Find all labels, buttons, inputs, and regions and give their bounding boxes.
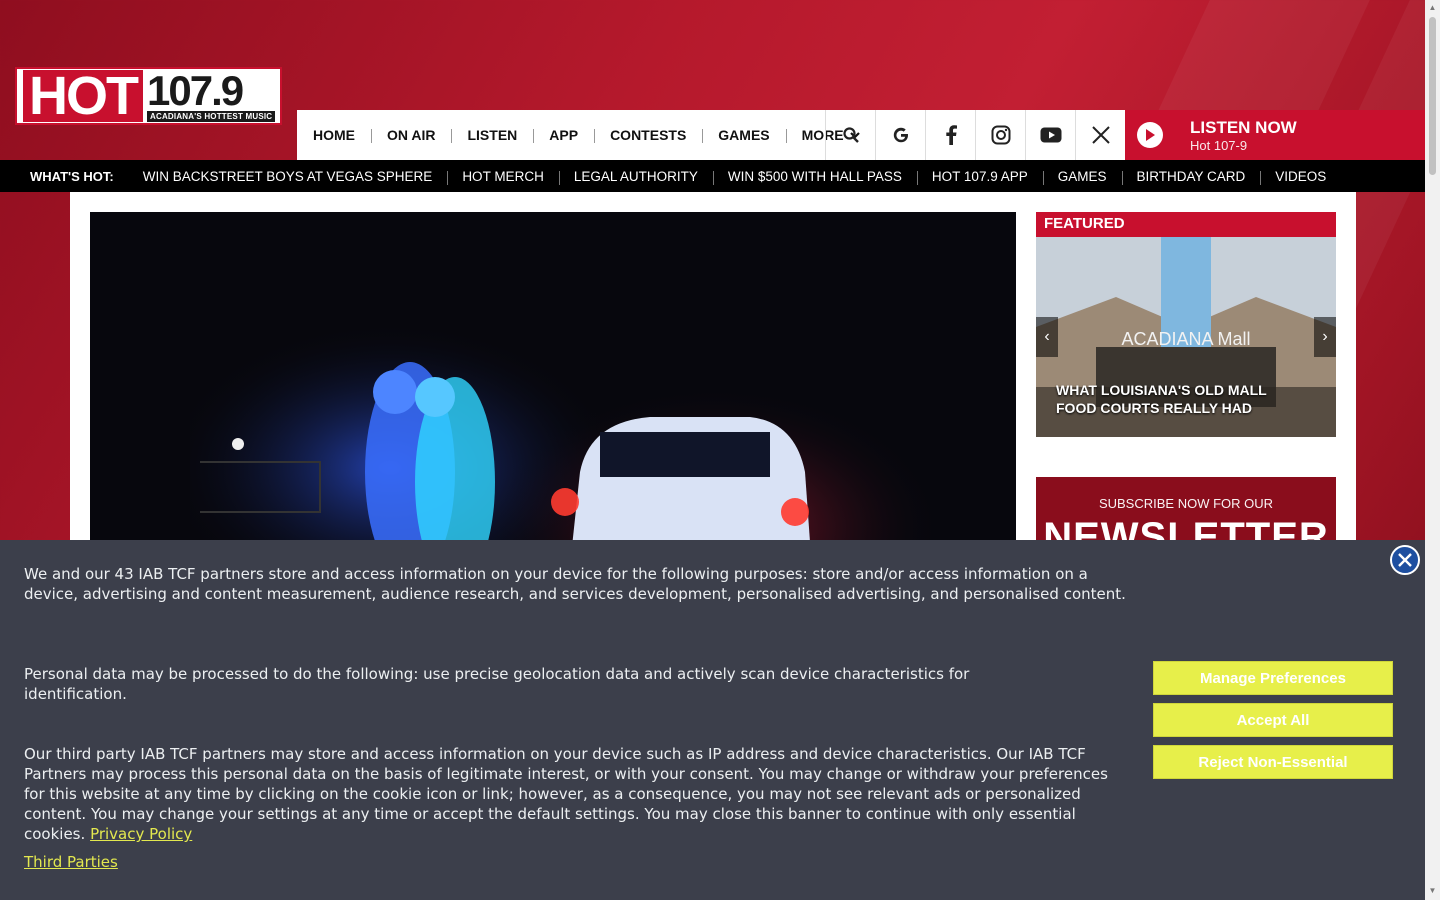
google-icon[interactable]: [875, 110, 925, 160]
listen-now-button[interactable]: LISTEN NOW Hot 107-9: [1125, 110, 1425, 160]
search-icon[interactable]: [825, 110, 875, 160]
cookie-text-processing: Personal data may be processed to do the…: [24, 665, 970, 703]
carousel-prev-icon[interactable]: ‹: [1036, 317, 1058, 357]
logo-right: 107.9 ACADIANA'S HOTTEST MUSIC: [147, 66, 276, 122]
site-logo[interactable]: HOT 107.9 ACADIANA'S HOTTEST MUSIC: [15, 67, 282, 125]
facebook-icon[interactable]: [925, 110, 975, 160]
nav-listen[interactable]: LISTEN: [451, 127, 533, 143]
hot-link[interactable]: WIN $500 WITH HALL PASS: [712, 169, 917, 185]
hot-link[interactable]: VIDEOS: [1260, 169, 1341, 185]
privacy-policy-link[interactable]: Privacy Policy: [90, 825, 192, 843]
nav-contests[interactable]: CONTESTS: [594, 127, 702, 143]
hot-link[interactable]: BIRTHDAY CARD: [1121, 169, 1261, 185]
whats-hot-label: WHAT'S HOT:: [30, 168, 114, 184]
carousel-next-icon[interactable]: ›: [1314, 317, 1336, 357]
featured-widget: FEATURED ACADIANA Mall ‹ › WHAT LOUISIAN…: [1036, 212, 1336, 437]
reject-non-essential-button[interactable]: Reject Non-Essential: [1153, 745, 1393, 779]
listen-text: LISTEN NOW Hot 107-9: [1190, 118, 1297, 153]
listen-station: Hot 107-9: [1190, 137, 1248, 153]
youtube-icon[interactable]: [1025, 110, 1075, 160]
nav-home[interactable]: HOME: [297, 127, 371, 143]
x-icon[interactable]: [1075, 110, 1125, 160]
scrollbar-thumb[interactable]: [1429, 17, 1436, 175]
featured-slide[interactable]: ACADIANA Mall ‹ › WHAT LOUISIANA'S OLD M…: [1036, 237, 1336, 437]
third-parties-link[interactable]: Third Parties: [24, 853, 118, 871]
nav-icon-group: [825, 110, 1125, 160]
close-icon[interactable]: [1390, 545, 1420, 575]
featured-caption[interactable]: WHAT LOUISIANA'S OLD MALL FOOD COURTS RE…: [1056, 381, 1296, 417]
page: HOT 107.9 ACADIANA'S HOTTEST MUSIC HOME …: [0, 0, 1440, 900]
hot-link[interactable]: LEGAL AUTHORITY: [558, 169, 713, 185]
nav-app[interactable]: APP: [533, 127, 594, 143]
hot-link[interactable]: WIN BACKSTREET BOYS AT VEGAS SPHERE: [128, 169, 448, 184]
instagram-icon[interactable]: [975, 110, 1025, 160]
play-icon: [1137, 122, 1163, 148]
scroll-up-icon[interactable]: ▲: [1428, 3, 1437, 13]
logo-hot: HOT: [23, 69, 143, 123]
accept-all-button[interactable]: Accept All: [1153, 703, 1393, 737]
manage-preferences-button[interactable]: Manage Preferences: [1153, 661, 1393, 695]
nav-games[interactable]: GAMES: [702, 127, 785, 143]
page-scrollbar[interactable]: ▲ ▼: [1425, 0, 1440, 900]
scroll-down-icon[interactable]: ▼: [1428, 886, 1437, 896]
mall-sign-text: ACADIANA Mall: [1121, 329, 1250, 349]
featured-label: FEATURED: [1036, 212, 1336, 237]
hot-link[interactable]: HOT 107.9 APP: [916, 169, 1043, 185]
logo-frequency: 107.9: [147, 66, 244, 114]
listen-title: LISTEN NOW: [1190, 117, 1297, 137]
third-parties-row: Third Parties: [24, 852, 1126, 872]
hot-link[interactable]: GAMES: [1042, 169, 1122, 185]
cookie-text-partners: Our third party IAB TCF partners may sto…: [24, 744, 1126, 844]
logo-tagline: ACADIANA'S HOTTEST MUSIC: [147, 110, 276, 122]
nav-on-air[interactable]: ON AIR: [371, 127, 451, 143]
newsletter-subtitle: SUBSCRIBE NOW FOR OUR: [1098, 496, 1274, 511]
cookie-text-purposes: We and our 43 IAB TCF partners store and…: [24, 565, 1126, 603]
main-nav: HOME ON AIR LISTEN APP CONTESTS GAMES MO…: [297, 110, 1125, 160]
whats-hot-bar: WHAT'S HOT: WIN BACKSTREET BOYS AT VEGAS…: [0, 160, 1425, 192]
hot-link[interactable]: HOT MERCH: [447, 169, 559, 185]
